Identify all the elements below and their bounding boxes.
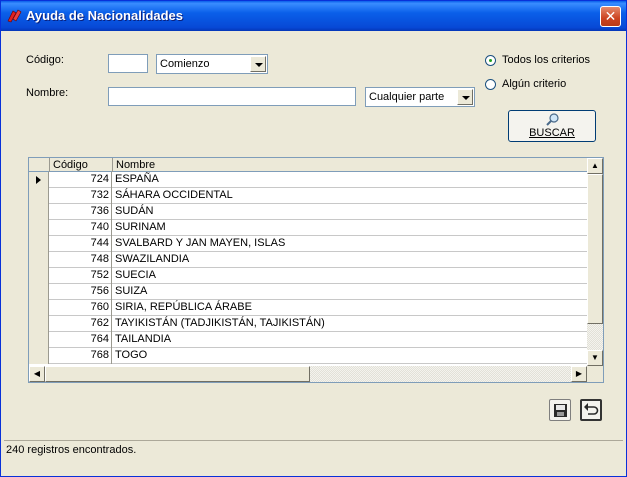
cell-nombre[interactable]: ESPAÑA — [113, 172, 159, 188]
status-bar: 240 registros encontrados. — [4, 440, 623, 460]
cell-codigo[interactable]: 740 — [50, 220, 112, 236]
nombre-match-value: Cualquier parte — [369, 91, 445, 103]
codigo-match-select[interactable]: Comienzo — [156, 54, 268, 74]
row-selector[interactable] — [29, 268, 49, 284]
search-button[interactable]: BUSCAR — [508, 110, 596, 142]
chevron-down-icon[interactable] — [457, 89, 473, 105]
cell-nombre[interactable]: SUECIA — [113, 268, 156, 284]
vertical-scrollbar[interactable]: ▲ ▼ — [587, 158, 603, 366]
codigo-label: Código: — [26, 54, 64, 66]
scroll-right-icon[interactable]: ▶ — [571, 366, 587, 382]
codigo-input[interactable] — [108, 54, 148, 73]
cell-codigo[interactable]: 736 — [50, 204, 112, 220]
row-selector[interactable] — [29, 236, 49, 252]
cell-codigo[interactable]: 744 — [50, 236, 112, 252]
title-bar[interactable]: Ayuda de Nacionalidades ✕ — [1, 1, 626, 31]
cell-nombre[interactable]: SUIZA — [113, 284, 147, 300]
horizontal-scrollbar[interactable]: ◀ ▶ — [29, 366, 587, 382]
nombre-input[interactable] — [108, 87, 356, 106]
cell-codigo[interactable]: 748 — [50, 252, 112, 268]
cell-codigo[interactable]: 752 — [50, 268, 112, 284]
cell-codigo[interactable]: 732 — [50, 188, 112, 204]
close-button[interactable]: ✕ — [600, 6, 621, 27]
table-row[interactable]: 748 SWAZILANDIA — [29, 252, 587, 268]
row-selector[interactable] — [29, 172, 49, 188]
search-button-label: BUSCAR — [529, 127, 575, 139]
scroll-up-icon[interactable]: ▲ — [587, 158, 603, 174]
grid-header: Código Nombre — [29, 158, 587, 172]
chevron-down-icon[interactable] — [250, 56, 266, 72]
row-selector[interactable] — [29, 332, 49, 348]
radio-any-criteria[interactable]: Algún criterio — [485, 78, 605, 92]
cell-nombre[interactable]: TOGO — [113, 348, 147, 364]
horizontal-scroll-thumb[interactable] — [45, 366, 310, 382]
save-button[interactable] — [549, 399, 571, 421]
row-selector[interactable] — [29, 204, 49, 220]
cell-nombre[interactable]: SVALBARD Y JAN MAYEN, ISLAS — [113, 236, 285, 252]
radio-dot-icon — [485, 55, 496, 66]
status-text: 240 registros encontrados. — [6, 444, 137, 456]
save-icon — [554, 404, 567, 417]
row-selector[interactable] — [29, 300, 49, 316]
cell-nombre[interactable]: TAILANDIA — [113, 332, 171, 348]
table-row[interactable]: 736 SUDÁN — [29, 204, 587, 220]
scroll-corner — [587, 366, 603, 382]
vertical-scroll-thumb[interactable] — [587, 174, 603, 324]
row-selector[interactable] — [29, 348, 49, 364]
nombre-label: Nombre: — [26, 87, 69, 99]
cell-nombre[interactable]: SUDÁN — [113, 204, 154, 220]
table-row[interactable]: 762 TAYIKISTÁN (TADJIKISTÁN, TAJIKISTÁN) — [29, 316, 587, 332]
row-selector[interactable] — [29, 252, 49, 268]
table-row[interactable]: 768 TOGO — [29, 348, 587, 364]
help-window: Ayuda de Nacionalidades ✕ Código: Comien… — [0, 0, 627, 477]
column-header-codigo[interactable]: Código — [50, 158, 113, 172]
undo-icon — [584, 403, 599, 415]
row-selector[interactable] — [29, 188, 49, 204]
row-selector[interactable] — [29, 220, 49, 236]
table-row[interactable]: 732 SÁHARA OCCIDENTAL — [29, 188, 587, 204]
scroll-down-icon[interactable]: ▼ — [587, 350, 603, 366]
row-selector[interactable] — [29, 316, 49, 332]
table-row[interactable]: 724 ESPAÑA — [29, 172, 587, 188]
table-row[interactable]: 760 SIRIA, REPÚBLICA ÁRABE — [29, 300, 587, 316]
cell-nombre[interactable]: SIRIA, REPÚBLICA ÁRABE — [113, 300, 252, 316]
radio-circle-icon — [485, 79, 496, 90]
magnifier-icon — [546, 113, 559, 126]
current-row-arrow-icon — [36, 176, 41, 184]
table-row[interactable]: 752 SUECIA — [29, 268, 587, 284]
cell-codigo[interactable]: 756 — [50, 284, 112, 300]
radio-all-criteria[interactable]: Todos los criterios — [485, 54, 605, 68]
client-area: Código: Comienzo Nombre: Cualquier parte… — [4, 31, 623, 473]
grid-header-selector — [29, 158, 50, 172]
cell-codigo[interactable]: 768 — [50, 348, 112, 364]
cell-codigo[interactable]: 762 — [50, 316, 112, 332]
undo-button[interactable] — [580, 399, 602, 421]
table-row[interactable]: 756 SUIZA — [29, 284, 587, 300]
cell-codigo[interactable]: 724 — [50, 172, 112, 188]
cell-codigo[interactable]: 760 — [50, 300, 112, 316]
cell-nombre[interactable]: SURINAM — [113, 220, 166, 236]
cell-nombre[interactable]: SÁHARA OCCIDENTAL — [113, 188, 233, 204]
codigo-match-value: Comienzo — [160, 58, 210, 70]
nombre-match-select[interactable]: Cualquier parte — [365, 87, 475, 107]
table-row[interactable]: 764 TAILANDIA — [29, 332, 587, 348]
cell-nombre[interactable]: TAYIKISTÁN (TADJIKISTÁN, TAJIKISTÁN) — [113, 316, 325, 332]
nationalities-grid[interactable]: Código Nombre 724 ESPAÑA 732 SÁHARA OCCIDEN… — [28, 157, 604, 383]
window-title: Ayuda de Nacionalidades — [26, 8, 184, 23]
row-selector[interactable] — [29, 284, 49, 300]
table-row[interactable]: 740 SURINAM — [29, 220, 587, 236]
radio-all-criteria-label: Todos los criterios — [502, 54, 591, 66]
column-header-nombre[interactable]: Nombre — [113, 158, 587, 172]
cell-codigo[interactable]: 764 — [50, 332, 112, 348]
radio-any-criteria-label: Algún criterio — [502, 78, 567, 90]
table-row[interactable]: 744 SVALBARD Y JAN MAYEN, ISLAS — [29, 236, 587, 252]
cell-nombre[interactable]: SWAZILANDIA — [113, 252, 189, 268]
app-icon — [7, 9, 22, 23]
scroll-left-icon[interactable]: ◀ — [29, 366, 45, 382]
